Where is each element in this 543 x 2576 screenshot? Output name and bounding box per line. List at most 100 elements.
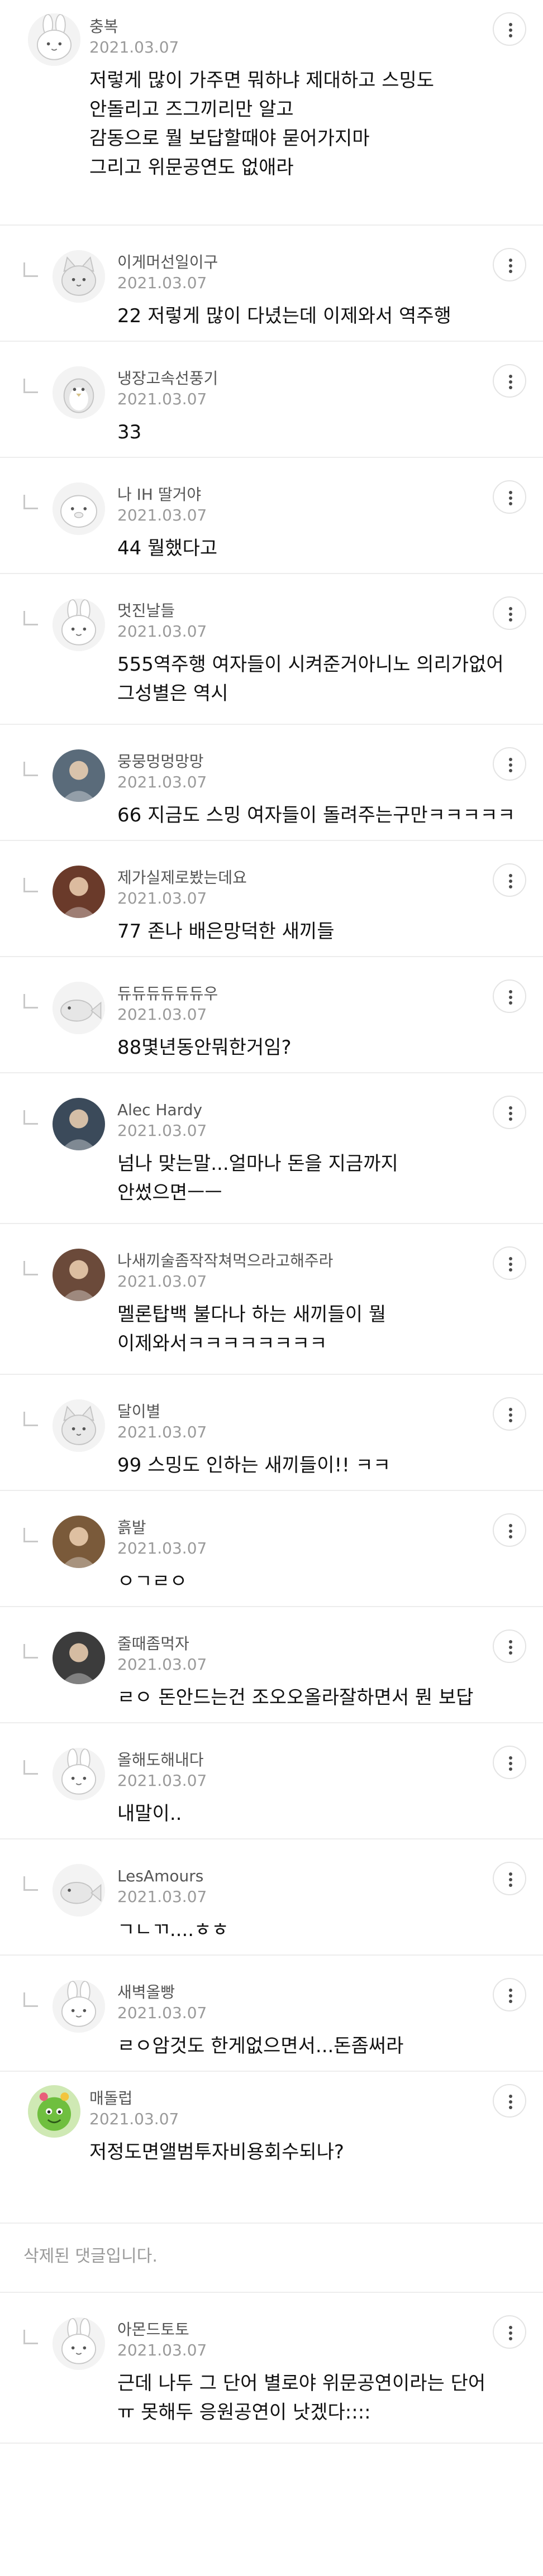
avatar[interactable] (53, 1980, 105, 2033)
reply-indicator-icon (23, 1992, 38, 2007)
reply-item: 올해도해내다 2021.03.07 내말이.. (0, 1723, 543, 1839)
comment-date: 2021.03.07 (117, 1121, 207, 1140)
more-options-button[interactable] (493, 12, 526, 46)
reply-indicator-icon (23, 1760, 38, 1775)
comment-line: ㅇㄱㄹㅇ (117, 1570, 188, 1593)
photo-avatar-icon (53, 1249, 105, 1301)
nickname[interactable]: 듀듀듀듀듀듀우 (117, 984, 498, 1004)
comment-text: 44 뭘했다고 (117, 534, 498, 563)
reply-item: 냉장고속선풍기 2021.03.07 33 (0, 342, 543, 458)
kebab-dot-icon (509, 874, 512, 877)
more-options-button[interactable] (493, 1513, 526, 1547)
avatar[interactable] (53, 866, 105, 918)
photo-avatar-icon (53, 1516, 105, 1568)
comment-date: 2021.03.07 (117, 2341, 207, 2359)
nickname[interactable]: 제가실제로봤는데요 (117, 868, 498, 888)
kebab-dot-icon (509, 270, 512, 273)
kebab-dot-icon (509, 1263, 512, 1266)
reply-indicator-icon (23, 495, 38, 509)
avatar[interactable] (53, 599, 105, 651)
reply-item: 달이별 2021.03.07 99 스밍도 인하는 새끼들이!! ㅋㅋ (0, 1375, 543, 1491)
photo-avatar-icon (53, 866, 105, 918)
nickname[interactable]: 달이별 (117, 1402, 498, 1422)
avatar[interactable] (53, 1399, 105, 1452)
kebab-dot-icon (509, 1535, 512, 1538)
avatar[interactable] (53, 1748, 105, 1800)
comment-date: 2021.03.07 (117, 622, 207, 641)
avatar[interactable] (53, 250, 105, 303)
kebab-dot-icon (509, 2106, 512, 2109)
nickname[interactable]: 냉장고속선풍기 (117, 369, 498, 389)
comment-line: 넘나 맞는말...얼마나 돈을 지금까지 (117, 1153, 398, 1175)
comment-line: 감동으로 뭘 보답할때야 묻어가지마 (89, 127, 370, 150)
comment-text: ㄹㅇ 돈안드는건 조오오올라잘하면서 뭔 보답 (117, 1683, 498, 1712)
kebab-dot-icon (509, 1117, 512, 1121)
rabbit-avatar-icon (28, 13, 80, 66)
more-options-button[interactable] (493, 1862, 526, 1895)
nickname[interactable]: 아몬드토토 (117, 2320, 498, 2340)
more-options-button[interactable] (493, 979, 526, 1013)
reply-item: 새벽올빵 2021.03.07 ㄹㅇ암것도 한게없으면서...돈좀써라 (0, 1956, 543, 2072)
nickname[interactable]: 뭉뭉멍멍망망 (117, 752, 498, 772)
avatar[interactable] (28, 2085, 80, 2138)
kebab-dot-icon (509, 1872, 512, 1876)
more-options-button[interactable] (493, 480, 526, 514)
reply-item: LesAmours 2021.03.07 ㄱㄴㄲ....ㅎㅎ (0, 1839, 543, 1956)
nickname[interactable]: 나새끼술좀작작쳐먹으라고해주라 (117, 1251, 498, 1271)
comment-line: 근데 나두 그 단어 별로야 위문공연이라는 단어 (117, 2372, 486, 2395)
nickname[interactable]: Alec Hardy (117, 1100, 498, 1120)
avatar[interactable] (53, 482, 105, 535)
kebab-dot-icon (509, 2326, 512, 2329)
nickname[interactable]: 이게머선일이구 (117, 252, 498, 273)
kebab-dot-icon (509, 2337, 512, 2340)
kebab-dot-icon (509, 380, 512, 384)
more-options-button[interactable] (493, 1397, 526, 1431)
avatar[interactable] (53, 2317, 105, 2370)
more-options-button[interactable] (493, 1746, 526, 1779)
more-options-button[interactable] (493, 2315, 526, 2349)
avatar[interactable] (53, 1516, 105, 1568)
comment-line: ㄱㄴㄲ....ㅎㅎ (117, 1919, 229, 1941)
more-options-button[interactable] (493, 1978, 526, 2011)
more-options-button[interactable] (493, 364, 526, 398)
nickname[interactable]: 새벽올빵 (117, 1982, 498, 2003)
comment-text: ㄹㅇ암것도 한게없으면서...돈좀써라 (117, 2032, 498, 2061)
comment-date: 2021.03.07 (117, 506, 207, 524)
more-options-button[interactable] (493, 2084, 526, 2118)
kebab-dot-icon (509, 885, 512, 888)
avatar[interactable] (53, 749, 105, 802)
comment-date: 2021.03.07 (117, 1005, 207, 1024)
comment-line: 88몇년동안뭐한거임? (117, 1036, 292, 1059)
more-options-button[interactable] (493, 596, 526, 630)
nickname[interactable]: 나 IH 딸거야 (117, 485, 498, 505)
reply-indicator-icon (23, 379, 38, 393)
comment-text: 저정도면앨범투자비용회수되나? (89, 2138, 498, 2167)
nickname[interactable]: 충복 (89, 17, 498, 37)
nickname[interactable]: LesAmours (117, 1866, 498, 1886)
avatar[interactable] (53, 1632, 105, 1684)
nickname[interactable]: 멋진날들 (117, 601, 498, 621)
avatar[interactable] (53, 1864, 105, 1917)
comment-line: 77 존나 배은망덕한 새끼들 (117, 920, 335, 943)
reply-indicator-icon (23, 611, 38, 625)
more-options-button[interactable] (493, 248, 526, 281)
nickname[interactable]: 올해도해내다 (117, 1750, 498, 1770)
avatar[interactable] (53, 366, 105, 419)
nickname[interactable]: 흙발 (117, 1518, 498, 1538)
cat-avatar-icon (53, 250, 105, 303)
nickname[interactable]: 매돌럽 (89, 2088, 498, 2109)
more-options-button[interactable] (493, 863, 526, 897)
avatar[interactable] (53, 1098, 105, 1150)
comment-line: 44 뭘했다고 (117, 537, 218, 560)
comment-line: 555역주행 여자들이 시켜준거아니노 의리가없어 (117, 653, 504, 676)
avatar[interactable] (53, 982, 105, 1034)
more-options-button[interactable] (493, 1246, 526, 1280)
more-options-button[interactable] (493, 747, 526, 781)
avatar[interactable] (53, 1249, 105, 1301)
comment-date: 2021.03.07 (117, 1771, 207, 1790)
more-options-button[interactable] (493, 1629, 526, 1663)
avatar[interactable] (28, 13, 80, 66)
reply-indicator-icon (23, 994, 38, 1009)
nickname[interactable]: 줄때좀먹자 (117, 1634, 498, 1654)
more-options-button[interactable] (493, 1096, 526, 1129)
